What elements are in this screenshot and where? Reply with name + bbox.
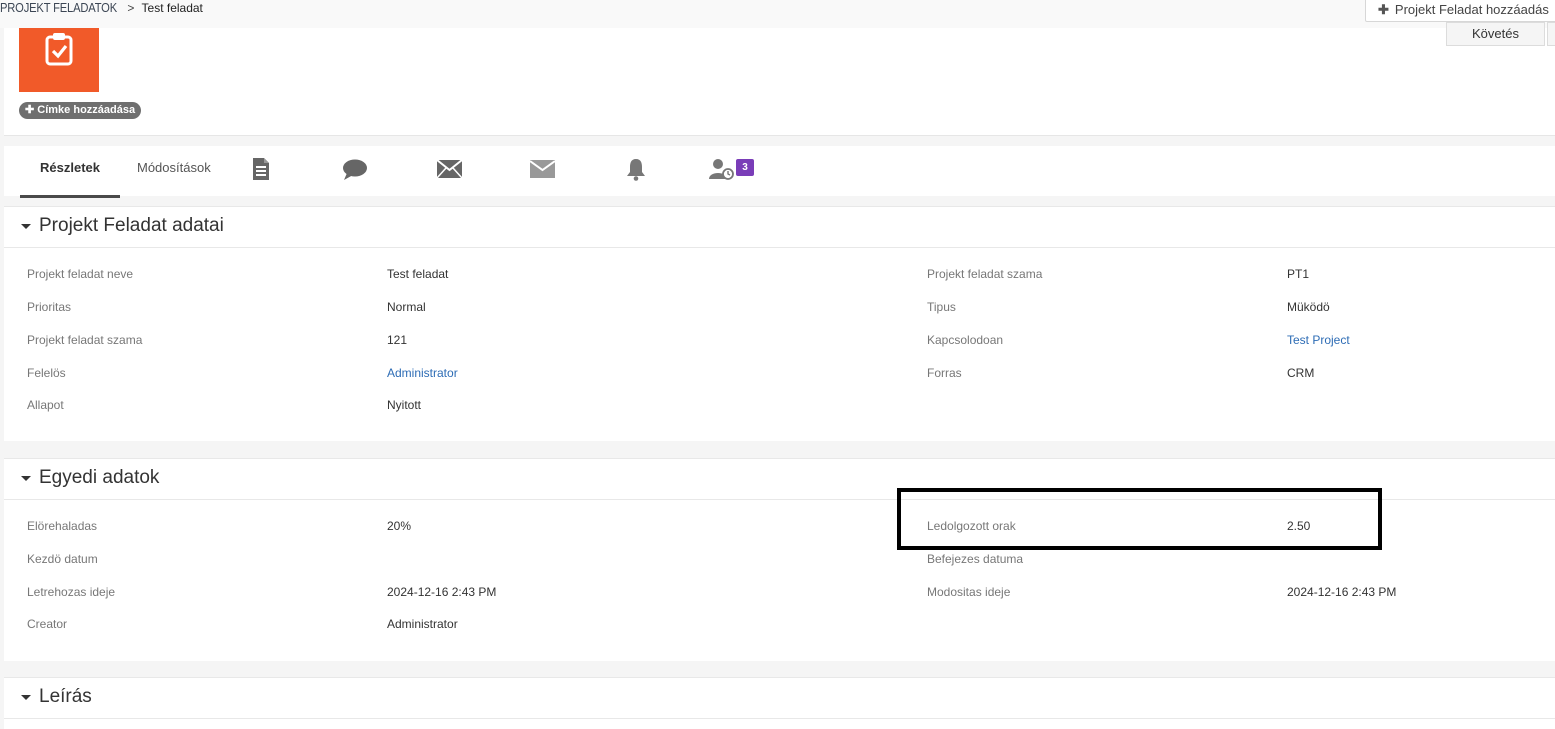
breadcrumb-module-link[interactable]: PROJEKT FELADATOK bbox=[0, 0, 117, 16]
breadcrumb: PROJEKT FELADATOK > Test feladat bbox=[0, 0, 203, 16]
block-title: Egyedi adatok bbox=[39, 467, 160, 488]
bell-icon[interactable] bbox=[626, 157, 646, 181]
tab-details[interactable]: Részletek bbox=[20, 146, 120, 198]
breadcrumb-record: Test feladat bbox=[141, 1, 203, 15]
field-label: Letrehozas ideje bbox=[27, 585, 116, 599]
field-label: Befejezes datuma bbox=[927, 552, 1024, 566]
block-description: Leírás bbox=[4, 677, 1555, 729]
block-title: Leírás bbox=[39, 686, 92, 707]
document-icon[interactable] bbox=[252, 157, 270, 181]
add-tag-button[interactable]: ✚ Címke hozzáadása bbox=[19, 102, 142, 119]
add-project-task-button[interactable]: ✚ Projekt Feladat hozzáadás bbox=[1365, 0, 1555, 22]
top-bar: PROJEKT FELADATOK > Test feladat ✚ Projek… bbox=[0, 0, 1555, 28]
breadcrumb-separator: > bbox=[127, 1, 135, 15]
field-label: Allapot bbox=[27, 398, 64, 412]
field-value: 2024-12-16 2:43 PM bbox=[387, 585, 497, 599]
caret-down-icon[interactable] bbox=[21, 224, 31, 229]
caret-down-icon[interactable] bbox=[21, 476, 31, 481]
field-label: Tipus bbox=[927, 300, 956, 314]
envelope-icon[interactable] bbox=[530, 160, 555, 178]
field-value: PT1 bbox=[1287, 267, 1310, 281]
field-value: 121 bbox=[387, 333, 408, 347]
field-value: Müködö bbox=[1287, 300, 1330, 314]
block-header[interactable]: Leírás bbox=[4, 678, 1555, 719]
block-header[interactable]: Projekt Feladat adatai bbox=[4, 207, 1555, 248]
field-label: Kezdö datum bbox=[27, 552, 98, 566]
field-label: Forras bbox=[927, 366, 962, 380]
clipboard-check-icon bbox=[45, 33, 73, 66]
record-type-icon bbox=[19, 28, 99, 92]
field-value: Normal bbox=[387, 300, 426, 314]
field-value: Nyitott bbox=[387, 398, 422, 412]
follow-button[interactable]: Követés bbox=[1446, 22, 1545, 46]
record-header: ✚ Címke hozzáadása Követés bbox=[4, 22, 1555, 136]
record-tabs: Részletek Módosítások 3 bbox=[4, 146, 1555, 198]
field-value: Administrator bbox=[387, 617, 458, 631]
block-project-task-details: Projekt Feladat adatai Projekt feladat n… bbox=[4, 206, 1555, 441]
field-label: Modositas ideje bbox=[927, 585, 1011, 599]
field-label: Kapcsolodoan bbox=[927, 333, 1004, 347]
email-icon[interactable] bbox=[437, 160, 462, 178]
field-value: Test feladat bbox=[387, 267, 449, 281]
field-label: Prioritas bbox=[27, 300, 72, 314]
field-label: Felelös bbox=[27, 366, 66, 380]
tab-history[interactable]: Módosítások bbox=[137, 146, 211, 195]
field-label: Projekt feladat neve bbox=[27, 267, 134, 281]
related-project-link[interactable]: Test Project bbox=[1287, 333, 1350, 347]
add-button-label: Projekt Feladat hozzáadás bbox=[1394, 2, 1549, 17]
comment-icon[interactable] bbox=[342, 159, 368, 181]
user-clock-icon[interactable] bbox=[708, 158, 734, 180]
assigned-user-link[interactable]: Administrator bbox=[387, 366, 458, 380]
highlight-annotation-box bbox=[897, 488, 1382, 550]
plus-icon: ✚ bbox=[25, 104, 38, 116]
user-count-badge: 3 bbox=[736, 159, 754, 176]
follow-options-button[interactable] bbox=[1547, 22, 1555, 46]
plus-icon: ✚ bbox=[1378, 2, 1389, 17]
field-label: Elörehaladas bbox=[27, 519, 98, 533]
field-value: CRM bbox=[1287, 366, 1315, 380]
field-value: 2024-12-16 2:43 PM bbox=[1287, 585, 1397, 599]
block-title: Projekt Feladat adatai bbox=[39, 215, 224, 236]
field-value: 20% bbox=[387, 519, 412, 533]
add-tag-label: Címke hozzáadása bbox=[37, 104, 136, 116]
field-label: Projekt feladat szama bbox=[927, 267, 1043, 281]
field-label: Projekt feladat szama bbox=[27, 333, 143, 347]
caret-down-icon[interactable] bbox=[21, 695, 31, 700]
field-label: Creator bbox=[27, 617, 68, 631]
